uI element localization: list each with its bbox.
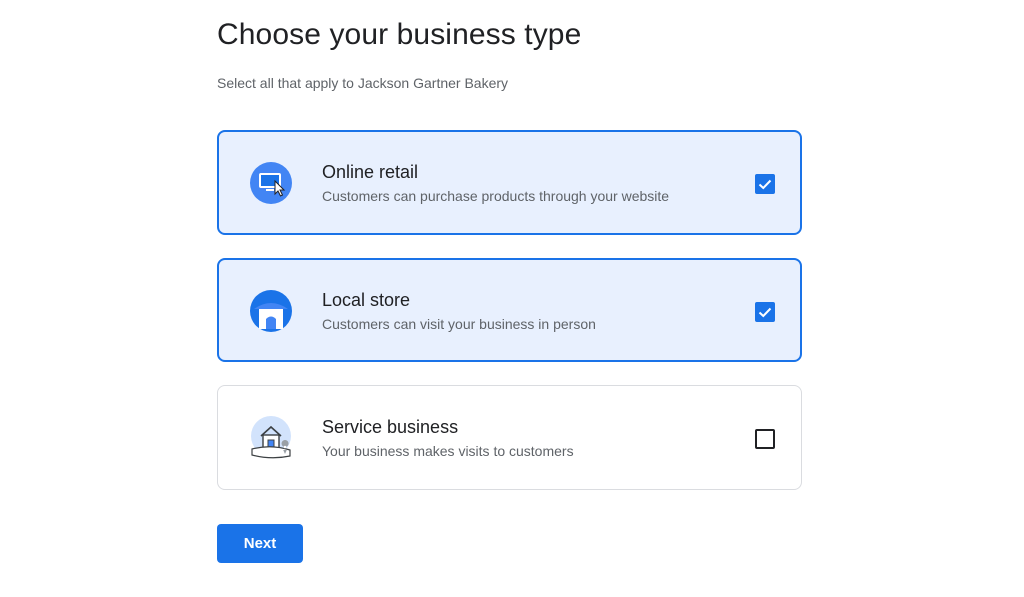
option-label: Online retail	[322, 162, 419, 182]
checkmark-icon	[758, 179, 772, 190]
option-card-online-retail[interactable]: Online retail Customers can purchase pro…	[217, 130, 802, 235]
local-store-icon	[249, 289, 293, 333]
option-card-service-business[interactable]: Service business Your business makes vis…	[217, 385, 802, 490]
online-retail-icon	[249, 161, 293, 205]
online-retail-checkbox[interactable]	[755, 174, 775, 194]
option-description: Customers can purchase products through …	[322, 188, 670, 204]
option-description: Your business makes visits to customers	[322, 443, 574, 459]
checkmark-icon	[758, 307, 772, 318]
option-label: Local store	[322, 290, 411, 310]
page-subtitle: Select all that apply to Jackson Gartner…	[217, 75, 509, 91]
next-button[interactable]: Next	[217, 524, 303, 563]
page-title: Choose your business type	[217, 18, 582, 51]
local-store-checkbox[interactable]	[755, 302, 775, 322]
service-business-icon	[249, 416, 293, 460]
option-label: Service business	[322, 417, 459, 437]
service-business-checkbox[interactable]	[755, 429, 775, 449]
option-description: Customers can visit your business in per…	[322, 316, 596, 332]
option-card-local-store[interactable]: Local store Customers can visit your bus…	[217, 258, 802, 362]
business-type-page: Choose your business type Select all tha…	[0, 0, 1024, 597]
